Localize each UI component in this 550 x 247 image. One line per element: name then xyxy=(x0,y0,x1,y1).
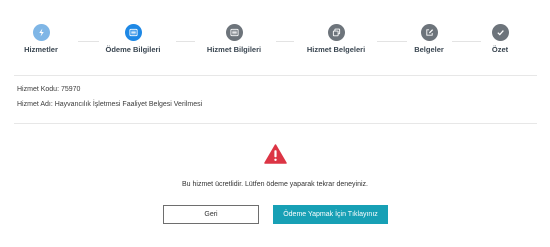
check-icon xyxy=(496,30,504,36)
step-circle xyxy=(327,24,345,41)
step-circle xyxy=(420,24,438,41)
step-circle xyxy=(225,24,243,41)
list-icon xyxy=(128,28,138,37)
step-odeme-bilgileri[interactable]: Ödeme Bilgileri xyxy=(78,24,188,54)
step-ozet[interactable]: Özet xyxy=(445,24,550,54)
progress-stepper: Hizmetler Ödeme Bilgileri Hizmet Bilgile… xyxy=(0,0,550,64)
alert-message: Bu hizmet ücretlidir. Lütfen ödeme yapar… xyxy=(182,181,368,188)
step-hizmet-bilgileri[interactable]: Hizmet Bilgileri xyxy=(179,24,289,54)
step-circle xyxy=(491,24,509,41)
edit-icon xyxy=(425,29,433,36)
service-name: Hizmet Adı: Hayvancılık İşletmesi Faaliy… xyxy=(17,101,203,108)
back-button[interactable]: Geri xyxy=(163,205,259,224)
step-label: Hizmet Bilgileri xyxy=(206,45,262,54)
service-code: Hizmet Kodu: 75970 xyxy=(17,86,81,93)
step-circle xyxy=(32,24,50,41)
divider xyxy=(14,123,537,124)
list-icon xyxy=(229,28,239,37)
divider xyxy=(14,75,537,76)
step-circle xyxy=(124,24,142,41)
bolt-icon xyxy=(38,28,44,37)
warning-icon xyxy=(264,144,287,169)
pay-button[interactable]: Ödeme Yapmak İçin Tıklayınız xyxy=(273,205,388,224)
step-label: Özet xyxy=(491,45,509,54)
step-label: Ödeme Bilgileri xyxy=(105,45,161,54)
copy-icon xyxy=(332,28,340,37)
